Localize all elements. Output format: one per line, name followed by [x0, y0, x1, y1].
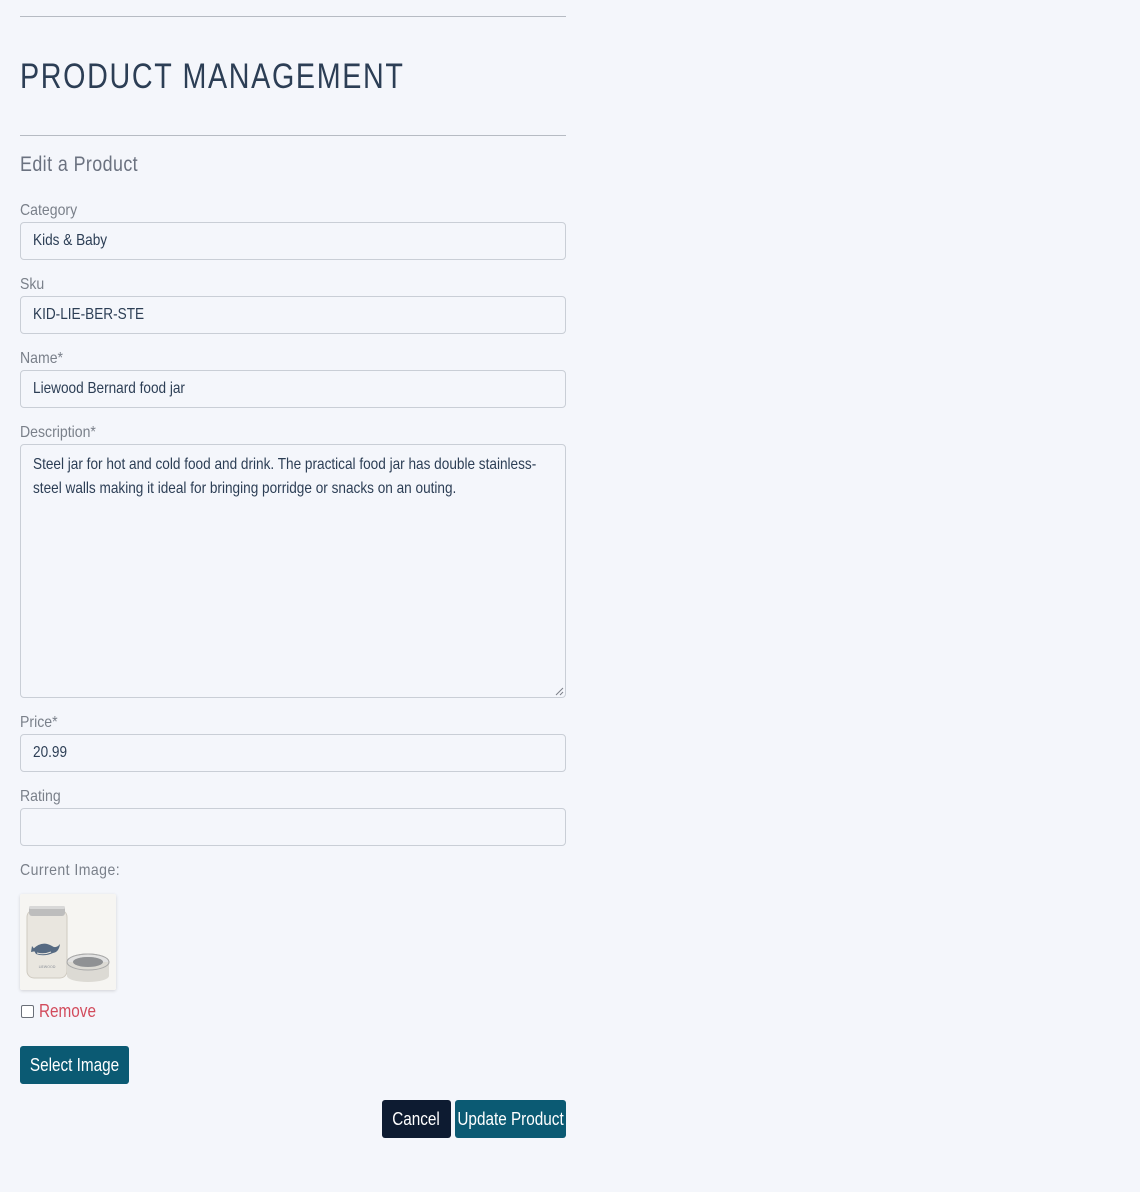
section-divider [20, 135, 566, 136]
category-select[interactable]: Kids & Baby [20, 222, 566, 260]
select-image-button-label: Select Image [29, 1054, 120, 1075]
rating-input[interactable] [20, 808, 566, 846]
price-label: Price* [20, 714, 58, 731]
price-value: 20.99 [33, 744, 68, 761]
sku-value: KID-LIE-BER-STE [33, 306, 145, 323]
remove-image-row: Remove [20, 1000, 566, 1022]
edit-product-form: Category Kids & Baby Sku KID-LIE-BER-STE… [20, 200, 566, 1138]
current-image-label: Current Image: [20, 862, 121, 879]
description-field: Description* Steel jar for hot and cold … [20, 422, 566, 698]
select-image-button[interactable]: Select Image [20, 1046, 129, 1084]
cancel-button[interactable]: Cancel [382, 1100, 451, 1138]
resize-handle-icon[interactable] [554, 686, 564, 696]
form-subtitle: Edit a Product [20, 153, 139, 176]
food-jar-image: LIEWOOD [20, 894, 116, 990]
description-textarea[interactable]: Steel jar for hot and cold food and drin… [20, 444, 566, 698]
name-input[interactable]: Liewood Bernard food jar [20, 370, 566, 408]
cancel-button-label: Cancel [392, 1108, 441, 1129]
description-value: Steel jar for hot and cold food and drin… [33, 456, 537, 497]
name-value: Liewood Bernard food jar [33, 380, 185, 397]
sku-label: Sku [20, 276, 45, 293]
price-field: Price* 20.99 [20, 712, 566, 772]
price-input[interactable]: 20.99 [20, 734, 566, 772]
select-image-row: Select Image [20, 1046, 566, 1084]
page-title: PRODUCT MANAGEMENT [20, 57, 405, 96]
remove-image-checkbox[interactable] [21, 1004, 34, 1018]
name-label: Name* [20, 350, 64, 367]
top-divider [20, 16, 566, 17]
category-label: Category [20, 202, 78, 219]
sku-field: Sku KID-LIE-BER-STE [20, 274, 566, 334]
remove-image-label[interactable]: Remove [39, 1001, 96, 1022]
name-field: Name* Liewood Bernard food jar [20, 348, 566, 408]
product-image-thumbnail: LIEWOOD [20, 894, 116, 990]
update-product-button-label: Update Product [457, 1108, 564, 1129]
jar-brand-text: LIEWOOD [39, 965, 56, 969]
update-product-button[interactable]: Update Product [455, 1100, 566, 1138]
description-label: Description* [20, 424, 96, 441]
current-image-field: Current Image: LIEWOOD Remove [20, 860, 566, 1022]
rating-label: Rating [20, 788, 61, 805]
category-value: Kids & Baby [33, 232, 108, 249]
product-management-page: PRODUCT MANAGEMENT Edit a Product Catego… [20, 0, 566, 1138]
rating-field: Rating [20, 786, 566, 846]
form-actions: Cancel Update Product [20, 1100, 566, 1138]
sku-input[interactable]: KID-LIE-BER-STE [20, 296, 566, 334]
category-field: Category Kids & Baby [20, 200, 566, 260]
